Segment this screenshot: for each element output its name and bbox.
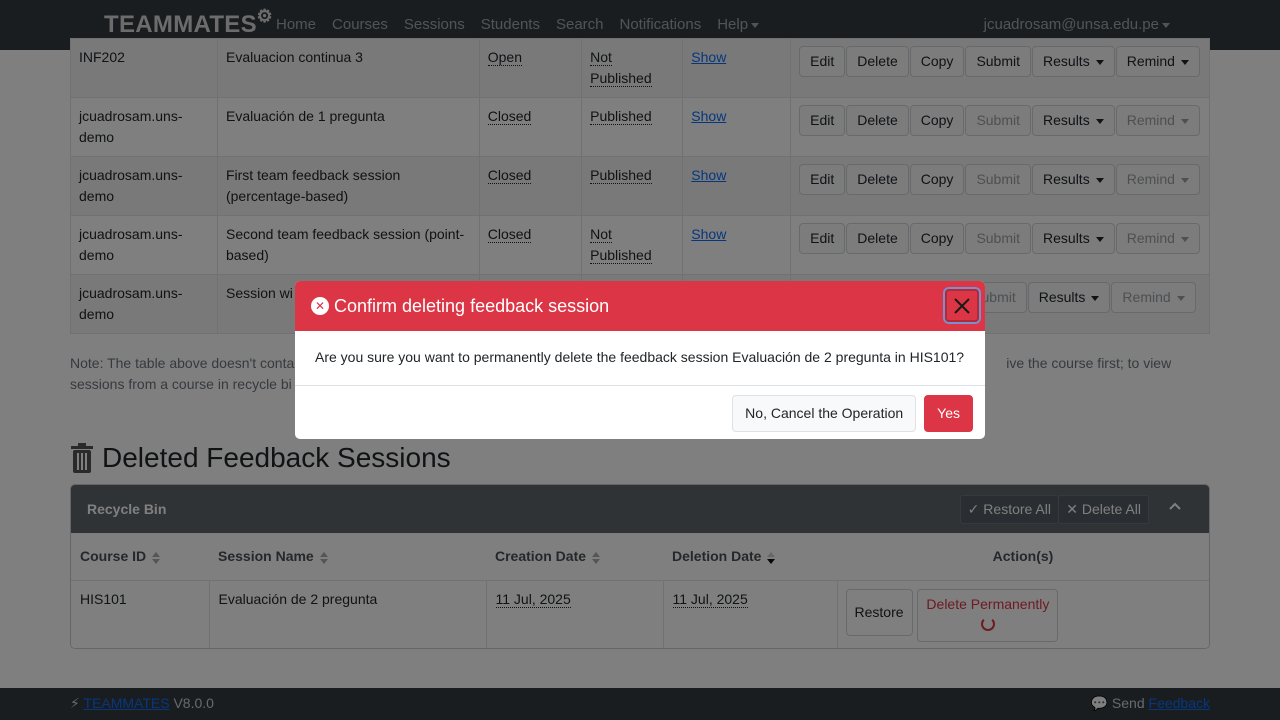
modal-body: Are you sure you want to permanently del…: [295, 331, 985, 386]
modal-title: Confirm deleting feedback session: [334, 295, 610, 316]
modal-header: ✕ Confirm deleting feedback session: [295, 281, 985, 331]
confirm-yes-button[interactable]: Yes: [924, 395, 973, 432]
cancel-button[interactable]: No, Cancel the Operation: [732, 395, 917, 432]
confirm-delete-modal: ✕ Confirm deleting feedback session Are …: [295, 281, 985, 439]
modal-close-button[interactable]: [945, 289, 979, 322]
modal-footer: No, Cancel the Operation Yes: [732, 395, 973, 432]
x-circle-icon: ✕: [311, 297, 329, 315]
close-icon: [954, 297, 970, 314]
